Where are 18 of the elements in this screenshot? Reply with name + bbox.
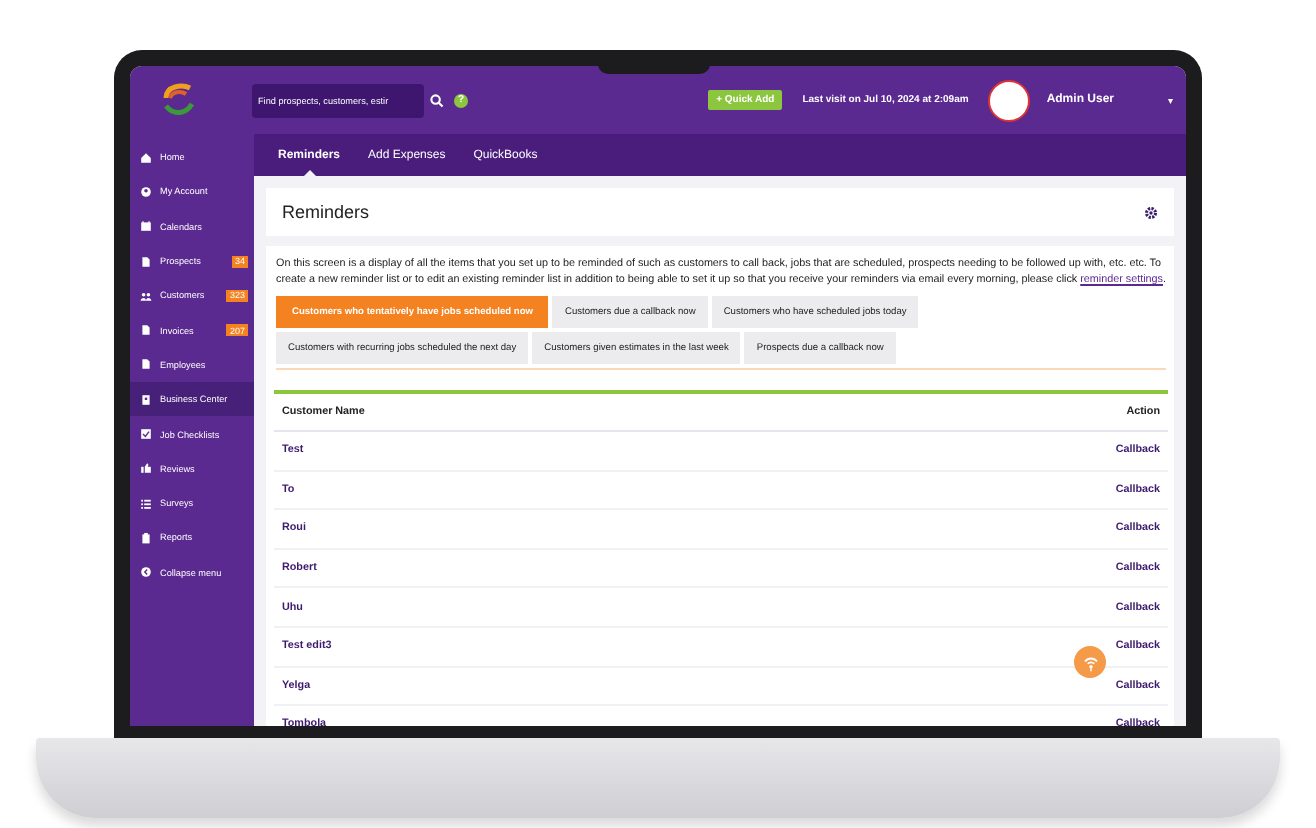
document-icon <box>140 358 152 371</box>
clipboard-icon <box>140 531 152 544</box>
page-title: Reminders <box>282 202 370 222</box>
house-icon <box>140 151 152 164</box>
list-icon <box>140 497 152 510</box>
avatar-circle <box>988 79 1031 121</box>
circle-arrow-icon <box>140 566 152 579</box>
settings-icon[interactable] <box>1144 205 1158 219</box>
building-icon <box>140 393 152 406</box>
document-icon <box>140 255 152 268</box>
document-icon <box>140 324 152 337</box>
thumbs-up-icon <box>140 462 152 475</box>
search-icon[interactable] <box>430 93 444 107</box>
logo-icon <box>158 80 198 120</box>
calendar-icon <box>140 220 152 233</box>
person-icon <box>140 185 152 198</box>
checkbox-icon <box>140 428 152 441</box>
people-icon <box>140 289 152 302</box>
